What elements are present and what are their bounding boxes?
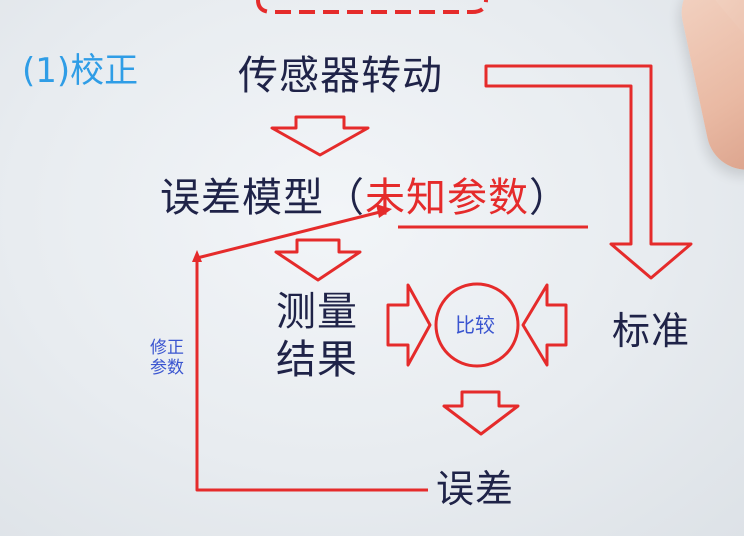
section-label: (1)校正 [22, 51, 139, 91]
measurement-line2: 结果 [276, 337, 358, 383]
feedback-label-line1: 修正 [150, 338, 184, 358]
down-arrow-3 [442, 390, 520, 436]
measurement-result-node: 测量 结果 [276, 288, 358, 384]
feedback-label-line2: 参数 [150, 358, 184, 379]
feedback-params-label: 修正 参数 [150, 338, 184, 379]
down-arrow-1 [270, 115, 370, 157]
down-arrow-2 [274, 238, 362, 282]
error-node: 误差 [436, 467, 515, 511]
sensor-rotation-node: 传感器转动 [238, 53, 443, 99]
standard-node: 标准 [612, 309, 691, 353]
error-model-node: 误差模型（未知参数） [160, 178, 570, 218]
unknown-params-label: 未知参数 [365, 175, 529, 221]
error-model-close-paren: ） [529, 175, 570, 221]
measurement-line1: 测量 [276, 289, 358, 335]
compare-node: 比较 [455, 313, 495, 337]
left-arrow-into-compare [521, 283, 568, 367]
right-arrow-into-compare [386, 283, 432, 367]
error-model-label: 误差模型（ [160, 175, 365, 221]
sensor-to-standard-arrow [484, 64, 693, 280]
top-dashed-box [256, 0, 488, 14]
